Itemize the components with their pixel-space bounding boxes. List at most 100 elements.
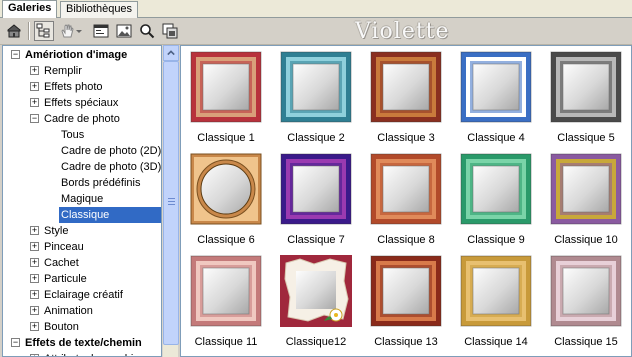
- scroll-up-button[interactable]: [163, 45, 179, 61]
- gallery-item[interactable]: Classique 1: [182, 48, 270, 150]
- tree-item[interactable]: − Cadre de photo: [3, 111, 161, 127]
- tree-item[interactable]: Bords prédéfinis: [3, 175, 161, 191]
- frame-thumbnail: [370, 51, 442, 123]
- scroll-thumb[interactable]: [163, 61, 179, 345]
- gallery-item-label: Classique 1: [197, 132, 255, 144]
- frame-thumbnail: [280, 51, 352, 123]
- gallery-item[interactable]: Classique 13: [362, 252, 450, 354]
- collapse-icon[interactable]: −: [30, 114, 39, 123]
- frame-thumbnail: [280, 255, 352, 327]
- gallery-item[interactable]: Classique 8: [362, 150, 450, 252]
- frame-thumbnail: [370, 255, 442, 327]
- tree-item[interactable]: + Cachet: [3, 255, 161, 271]
- tree-item-label: Cadre de photo (2D): [61, 145, 162, 157]
- tree-item-label: Bords prédéfinis: [61, 177, 141, 189]
- gallery-item[interactable]: Classique 2: [272, 48, 360, 150]
- gallery-item[interactable]: Classique 7: [272, 150, 360, 252]
- tree-item[interactable]: − Effets de texte/chemin: [3, 335, 161, 351]
- gallery-item-label: Classique 3: [377, 132, 435, 144]
- gallery-item[interactable]: Classique 3: [362, 48, 450, 150]
- tree-item[interactable]: +Attributs de graphiques: [3, 351, 161, 356]
- expand-icon[interactable]: +: [30, 258, 39, 267]
- tree-item[interactable]: + Pinceau: [3, 239, 161, 255]
- expand-icon[interactable]: +: [30, 82, 39, 91]
- tree-item[interactable]: Classique: [3, 207, 161, 223]
- tree-item[interactable]: Cadre de photo (3D): [3, 159, 162, 175]
- collapse-icon[interactable]: −: [11, 50, 20, 59]
- window-icon[interactable]: [91, 21, 111, 41]
- tree-item[interactable]: + Effets photo: [3, 79, 161, 95]
- gallery-item[interactable]: Classique 9: [452, 150, 540, 252]
- expand-icon[interactable]: +: [30, 226, 39, 235]
- gallery-item-label: Classique 6: [197, 234, 255, 246]
- tab-galeries[interactable]: Galeries: [2, 0, 58, 18]
- gallery-item[interactable]: Classique 11: [182, 252, 270, 354]
- tree-item-label: Particule: [44, 273, 87, 285]
- tree-item[interactable]: Tous: [3, 127, 161, 143]
- tree-item[interactable]: + Bouton: [3, 319, 161, 335]
- tree-item[interactable]: + Effets spéciaux: [3, 95, 161, 111]
- gallery-item-label: Classique 5: [557, 132, 615, 144]
- gallery-item[interactable]: Classique 4: [452, 48, 540, 150]
- dropdown-arrow-icon[interactable]: [74, 21, 84, 41]
- tree-item-label: Eclairage créatif: [44, 289, 123, 301]
- expand-icon[interactable]: +: [30, 274, 39, 283]
- tree-item-label: Effets de texte/chemin: [25, 337, 142, 349]
- tree-item-label: Amériotion d'image: [25, 49, 128, 61]
- expand-icon[interactable]: +: [30, 306, 39, 315]
- gallery-item[interactable]: Classique 15: [542, 252, 630, 354]
- expand-icon[interactable]: +: [30, 242, 39, 251]
- frame-thumbnail: [550, 255, 622, 327]
- tree-item[interactable]: − Amériotion d'image: [3, 47, 161, 63]
- home-icon[interactable]: [4, 21, 24, 41]
- frame-thumbnail: [190, 153, 262, 225]
- tree-view-icon[interactable]: [34, 21, 54, 41]
- frame-thumbnail: [190, 51, 262, 123]
- gallery-title: Violette: [355, 19, 450, 44]
- tree-item-label: Animation: [44, 305, 93, 317]
- gallery-item-label: Classique 11: [194, 336, 258, 348]
- search-icon[interactable]: [137, 21, 157, 41]
- gallery-item-label: Classique 7: [287, 234, 345, 246]
- tree-item-label: Bouton: [44, 321, 79, 333]
- gallery-item-label: Classique 2: [287, 132, 345, 144]
- image-icon[interactable]: [114, 21, 134, 41]
- tree-item[interactable]: + Eclairage créatif: [3, 287, 161, 303]
- frame-thumbnail: [460, 153, 532, 225]
- expand-icon[interactable]: +: [30, 322, 39, 331]
- frame-thumbnail: [550, 153, 622, 225]
- tree-item-label: Pinceau: [44, 241, 84, 253]
- gallery-item-label: Classique12: [285, 336, 347, 348]
- tree-item-label: Tous: [61, 129, 85, 141]
- tree-item-label: Cadre de photo (3D): [61, 161, 162, 173]
- gallery-item[interactable]: Classique 14: [452, 252, 540, 354]
- frame-thumbnail: [460, 255, 532, 327]
- copy-icon[interactable]: [160, 21, 180, 41]
- gallery-item[interactable]: Classique12: [272, 252, 360, 354]
- collapse-icon[interactable]: −: [11, 338, 20, 347]
- tree-item-label: Attributs de graphiques: [42, 351, 159, 356]
- gallery-item[interactable]: Classique 6: [182, 150, 270, 252]
- tree-item[interactable]: Cadre de photo (2D): [3, 143, 162, 159]
- tab-bibliotheques[interactable]: Bibliothèques: [60, 1, 139, 18]
- tree-item[interactable]: + Animation: [3, 303, 161, 319]
- frame-thumbnail: [280, 153, 352, 225]
- gallery-item-label: Classique 13: [374, 336, 438, 348]
- frame-thumbnail: [460, 51, 532, 123]
- gallery-item-label: Classique 10: [554, 234, 618, 246]
- tree-item-label: Cadre de photo: [44, 113, 120, 125]
- tree-item-label: Cachet: [44, 257, 79, 269]
- tree-item[interactable]: Magique: [3, 191, 161, 207]
- tree-scrollbar[interactable]: [162, 45, 179, 357]
- gallery-item[interactable]: Classique 5: [542, 48, 630, 150]
- expand-icon[interactable]: +: [30, 98, 39, 107]
- tree-item[interactable]: + Remplir: [3, 63, 161, 79]
- tree-item[interactable]: + Particule: [3, 271, 161, 287]
- expand-icon[interactable]: +: [30, 290, 39, 299]
- frame-thumbnail: [550, 51, 622, 123]
- gallery-item-label: Classique 9: [467, 234, 525, 246]
- gallery-item[interactable]: Classique 10: [542, 150, 630, 252]
- tree-item[interactable]: + Style: [3, 223, 161, 239]
- gallery-item-label: Classique 14: [464, 336, 528, 348]
- expand-icon[interactable]: +: [30, 66, 39, 75]
